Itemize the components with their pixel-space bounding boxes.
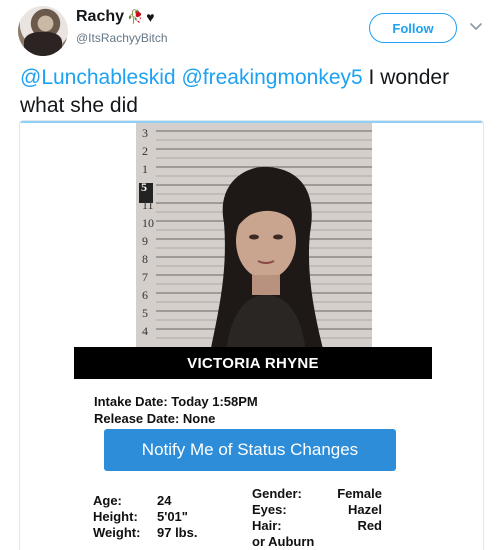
height-label: Height: — [93, 509, 138, 524]
gender-row: Gender: Female — [252, 486, 382, 502]
age-row: Age: 24 — [93, 493, 197, 509]
height-chart-number: 9 — [142, 234, 148, 248]
height-chart-number: 2 — [142, 144, 148, 158]
display-name-text[interactable]: Rachy — [76, 8, 124, 26]
height-chart-number: 10 — [142, 216, 154, 230]
hair-value: Red — [357, 518, 382, 533]
hair-label: Hair: — [252, 518, 282, 533]
physical-stats-left: Age: 24 Height: 5'01" Weight: 97 lbs. — [93, 493, 197, 541]
mugshot-photo: 3 2 1 5 11 10 9 8 7 6 5 4 — [136, 123, 372, 347]
weight-value: 97 lbs. — [157, 525, 198, 540]
hair-value-continued: or Auburn — [252, 534, 315, 549]
inmate-name-banner: VICTORIA RHYNE — [74, 347, 432, 379]
height-chart-number: 1 — [142, 162, 148, 176]
gender-label: Gender: — [252, 486, 302, 501]
release-date: Release Date: None — [94, 411, 216, 426]
height-row: Height: 5'01" — [93, 509, 197, 525]
height-chart-number: 7 — [142, 270, 148, 284]
intake-date: Intake Date: Today 1:58PM — [94, 394, 258, 409]
hair-row: Hair: Red — [252, 518, 382, 534]
black-heart-icon: ♥ — [146, 9, 155, 25]
chevron-down-icon[interactable] — [469, 20, 483, 34]
height-chart-number: 6 — [142, 288, 148, 302]
mention-link-2[interactable]: @freakingmonkey5 — [181, 66, 362, 89]
age-value: 24 — [157, 493, 172, 508]
rose-icon: 🥀 — [127, 9, 144, 24]
physical-stats-right: Gender: Female Eyes: Hazel Hair: Red or … — [252, 486, 382, 550]
height-chart-number: 4 — [142, 324, 148, 338]
eyes-label: Eyes: — [252, 502, 287, 517]
display-name[interactable]: Rachy 🥀 ♥ — [76, 8, 155, 26]
mention-link-1[interactable]: @Lunchableskid — [20, 66, 176, 89]
age-label: Age: — [93, 493, 122, 508]
weight-label: Weight: — [93, 525, 141, 540]
height-value: 5'01" — [157, 509, 188, 524]
avatar[interactable] — [18, 6, 68, 56]
height-chart-number: 5 — [141, 180, 147, 194]
eyes-value: Hazel — [348, 502, 382, 517]
gender-value: Female — [337, 486, 382, 501]
height-chart-number: 3 — [142, 126, 148, 140]
tweet-image-card[interactable]: 3 2 1 5 11 10 9 8 7 6 5 4 VICTORIA RHYNE Intake Dat… — [19, 120, 484, 550]
eyes-row: Eyes: Hazel — [252, 502, 382, 518]
user-handle[interactable]: @ItsRachyyBitch — [76, 31, 168, 45]
height-chart-number: 5 — [142, 306, 148, 320]
height-chart-number: 8 — [142, 252, 148, 266]
height-chart-number: 11 — [142, 198, 154, 212]
tweet-text: @Lunchableskid @freakingmonkey5 I wonder… — [20, 64, 490, 120]
person-silhouette — [211, 166, 323, 347]
notify-status-button[interactable]: Notify Me of Status Changes — [104, 429, 396, 471]
weight-row: Weight: 97 lbs. — [93, 525, 197, 541]
follow-button[interactable]: Follow — [369, 13, 457, 43]
